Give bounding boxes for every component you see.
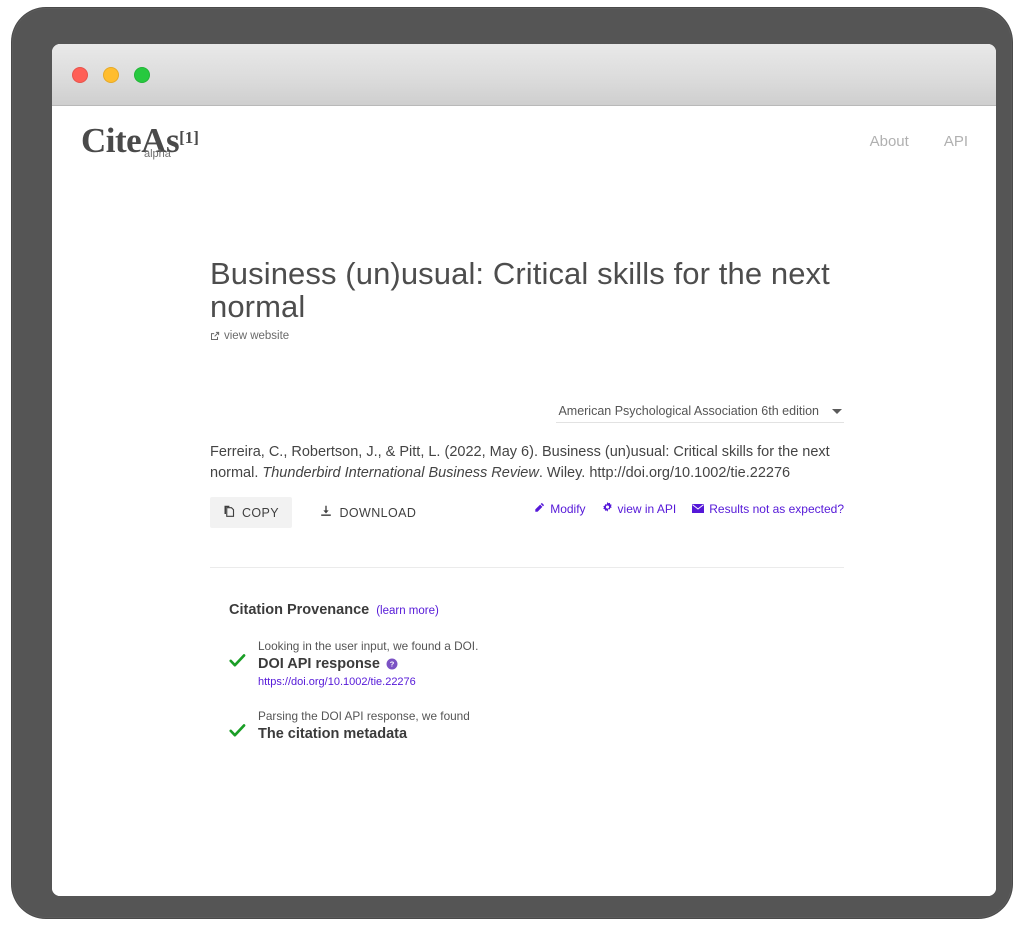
citation-part-2: . Wiley. http://doi.org/10.1002/tie.2227… (538, 464, 791, 481)
modify-link[interactable]: Modify (534, 502, 586, 517)
check-icon (229, 653, 246, 668)
help-icon[interactable]: ? (386, 658, 398, 670)
download-icon (320, 505, 332, 520)
browser-window: CiteAs[1] alpha About API Business (un)u… (52, 44, 996, 896)
download-button[interactable]: DOWNLOAD (307, 497, 429, 528)
results-feedback-link[interactable]: Results not as expected? (692, 502, 844, 516)
citation-style-value: American Psychological Association 6th e… (558, 404, 819, 419)
citation-provenance-section: Citation Provenance (learn more) Looking… (210, 602, 844, 742)
provenance-heading-row: Citation Provenance (learn more) (229, 602, 844, 618)
envelope-icon (692, 502, 705, 516)
citation-text: Ferreira, C., Robertson, J., & Pitt, L. … (210, 442, 844, 483)
modify-label: Modify (550, 502, 586, 517)
citation-style-select[interactable]: American Psychological Association 6th e… (556, 404, 844, 424)
check-icon (229, 723, 246, 738)
style-selector-row: American Psychological Association 6th e… (210, 404, 844, 424)
view-in-api-label: view in API (617, 502, 677, 517)
provenance-step-name-row: DOI API response ? (258, 656, 844, 672)
logo-alpha-label: alpha (144, 148, 171, 160)
copy-icon (223, 505, 235, 520)
view-website-link[interactable]: view website (210, 330, 289, 342)
svg-text:?: ? (390, 660, 395, 669)
citation-venue: Thunderbird International Business Revie… (262, 464, 539, 481)
copy-button-label: COPY (242, 505, 280, 520)
title-bar (52, 44, 996, 106)
provenance-step: Parsing the DOI API response, we found T… (229, 709, 844, 742)
nav-link-about[interactable]: About (870, 133, 909, 150)
provenance-step-name: The citation metadata (258, 726, 408, 743)
site-header: CiteAs[1] alpha About API (52, 106, 996, 176)
external-link-icon (210, 331, 220, 341)
logo-superscript: [1] (179, 127, 199, 147)
pencil-icon (534, 502, 545, 516)
page-content: CiteAs[1] alpha About API Business (un)u… (52, 106, 996, 896)
main-nav: About API (870, 133, 968, 150)
chevron-down-icon (832, 408, 842, 414)
meta-links: Modify view in API Results not as expect… (534, 502, 844, 516)
page-title: Business (un)usual: Critical skills for … (210, 256, 830, 324)
provenance-step-name: DOI API response (258, 656, 380, 673)
section-divider (210, 567, 844, 569)
minimize-window-button[interactable] (103, 67, 119, 83)
results-feedback-label: Results not as expected? (709, 502, 844, 517)
gear-icon (602, 502, 613, 516)
provenance-step-name-row: The citation metadata (258, 726, 844, 742)
provenance-step-description: Parsing the DOI API response, we found (258, 709, 470, 724)
action-row: COPY DOWNLOAD Modify view in API Results… (210, 497, 844, 529)
nav-link-api[interactable]: API (944, 133, 968, 150)
provenance-step-description: Looking in the user input, we found a DO… (258, 639, 479, 654)
main-column: Business (un)usual: Critical skills for … (210, 256, 844, 742)
provenance-step-url[interactable]: https://doi.org/10.1002/tie.22276 (258, 676, 844, 688)
copy-button[interactable]: COPY (210, 497, 293, 529)
view-website-label: view website (224, 330, 290, 343)
close-window-button[interactable] (72, 67, 88, 83)
traffic-lights (72, 67, 150, 83)
provenance-title: Citation Provenance (229, 602, 370, 619)
citeas-logo[interactable]: CiteAs[1] alpha (81, 123, 199, 160)
window-frame: CiteAs[1] alpha About API Business (un)u… (12, 8, 1012, 918)
view-in-api-link[interactable]: view in API (602, 502, 677, 517)
learn-more-link[interactable]: (learn more) (376, 605, 439, 617)
provenance-step: Looking in the user input, we found a DO… (229, 639, 844, 688)
zoom-window-button[interactable] (134, 67, 150, 83)
download-button-label: DOWNLOAD (339, 505, 417, 520)
